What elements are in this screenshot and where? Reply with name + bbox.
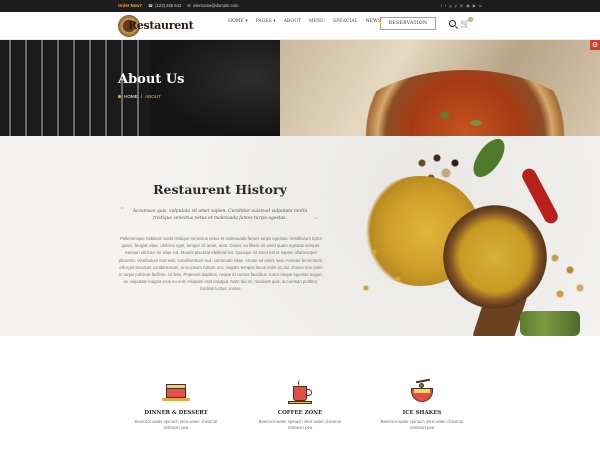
youtube-icon[interactable]: ▶ bbox=[473, 3, 476, 8]
dribbble-icon[interactable]: ◉ bbox=[466, 3, 470, 8]
reservation-button[interactable]: RESERVATION bbox=[380, 17, 436, 30]
breadcrumb-home[interactable]: HOME bbox=[124, 94, 138, 99]
chevron-down-icon: ▾ bbox=[273, 19, 276, 24]
greens-image bbox=[520, 311, 580, 336]
chevron-down-icon: ▾ bbox=[245, 19, 248, 24]
google-icon[interactable]: g bbox=[449, 3, 451, 8]
nav-label: HOME bbox=[228, 19, 244, 24]
settings-gear-icon[interactable]: ⚙ bbox=[590, 40, 600, 50]
search-icon[interactable] bbox=[449, 20, 456, 27]
pinterest-icon[interactable]: p bbox=[455, 3, 457, 8]
cart-count-badge: 0 bbox=[468, 17, 473, 22]
twitter-icon[interactable]: t bbox=[441, 3, 442, 8]
hero-cloth-image bbox=[0, 40, 170, 136]
nav-item-news[interactable]: NEWS bbox=[366, 19, 381, 24]
service-title: ICE SHAKES bbox=[402, 410, 442, 416]
page-title: About Us bbox=[118, 72, 185, 87]
email-contact[interactable]: ✉ username@domain.com bbox=[187, 3, 238, 8]
history-quote: Accumsan quis, vulputate sit amet sapien… bbox=[132, 209, 308, 221]
main-nav: HOME ▾ PAGES ▾ ABOUT MENU SPEACIAL NEWS bbox=[228, 19, 381, 24]
phone-icon: ☎ bbox=[147, 3, 154, 8]
site-logo[interactable]: Restaurent bbox=[118, 14, 194, 38]
nav-item-pages[interactable]: PAGES ▾ bbox=[256, 19, 276, 24]
section-title: Restaurent History bbox=[153, 182, 287, 197]
nav-item-home[interactable]: HOME ▾ bbox=[228, 19, 248, 24]
email-address: username@domain.com bbox=[192, 3, 239, 8]
seeds-image bbox=[545, 246, 595, 306]
logo-text: Restaurent bbox=[128, 19, 194, 32]
history-body: Pellentesque habitant morbi tristique se… bbox=[118, 236, 324, 292]
breadcrumb-separator: / bbox=[140, 94, 143, 99]
service-desc: Beetroot water spinach okra water chestn… bbox=[380, 419, 464, 430]
nav-label: PAGES bbox=[255, 19, 272, 24]
nav-item-special[interactable]: SPEACIAL bbox=[333, 19, 358, 24]
page-hero bbox=[0, 40, 600, 136]
top-bar: Order Now? ☎ (123) 465 643 ✉ username@doma… bbox=[0, 0, 600, 12]
service-title: COFFEE ZONE bbox=[277, 410, 323, 416]
social-links: t f g p ◎ ◉ ▶ in bbox=[441, 3, 482, 8]
service-desc: Beetroot water spinach okra water chestn… bbox=[258, 419, 342, 430]
nav-item-about[interactable]: ABOUT bbox=[284, 19, 301, 24]
nav-item-menu[interactable]: MENU bbox=[309, 19, 325, 24]
main-header: Restaurent HOME ▾ PAGES ▾ ABOUT MENU SPE… bbox=[0, 12, 600, 40]
service-card[interactable]: COFFEE ZONE Beetroot water spinach okra … bbox=[255, 380, 345, 431]
linkedin-icon[interactable]: in bbox=[479, 3, 482, 8]
phone-contact[interactable]: ☎ (123) 465 643 bbox=[148, 3, 181, 8]
mail-icon: ✉ bbox=[187, 3, 191, 8]
coffee-cup-icon bbox=[284, 380, 316, 406]
service-card[interactable]: DINNER & DESSERT Beetroot water spinach … bbox=[131, 380, 221, 431]
herb-image bbox=[440, 112, 450, 118]
herb-image bbox=[470, 120, 482, 126]
quote-close-icon: ” bbox=[314, 216, 319, 225]
quote-open-icon: “ bbox=[120, 206, 125, 215]
spoon-image bbox=[440, 202, 550, 312]
spice-dust-image bbox=[350, 216, 430, 306]
service-title: DINNER & DESSERT bbox=[144, 410, 208, 416]
instagram-icon[interactable]: ◎ bbox=[460, 3, 464, 8]
breadcrumb-current: ABOUT bbox=[145, 94, 161, 99]
cake-icon bbox=[160, 380, 192, 406]
services-section: DINNER & DESSERT Beetroot water spinach … bbox=[0, 336, 600, 450]
home-icon bbox=[118, 95, 121, 98]
history-section: Restaurent History “ Accumsan quis, vulp… bbox=[0, 136, 600, 336]
contact-info: Order Now? ☎ (123) 465 643 ✉ username@doma… bbox=[118, 3, 238, 8]
facebook-icon[interactable]: f bbox=[445, 3, 446, 8]
service-card[interactable]: ICE SHAKES Beetroot water spinach okra w… bbox=[377, 378, 467, 431]
phone-number: (123) 465 643 bbox=[155, 3, 182, 8]
breadcrumb: HOME / ABOUT bbox=[118, 94, 161, 99]
order-now-label: Order Now? bbox=[118, 3, 142, 8]
service-desc: Beetroot water spinach okra water chestn… bbox=[134, 419, 218, 430]
ice-shake-icon bbox=[406, 378, 438, 406]
